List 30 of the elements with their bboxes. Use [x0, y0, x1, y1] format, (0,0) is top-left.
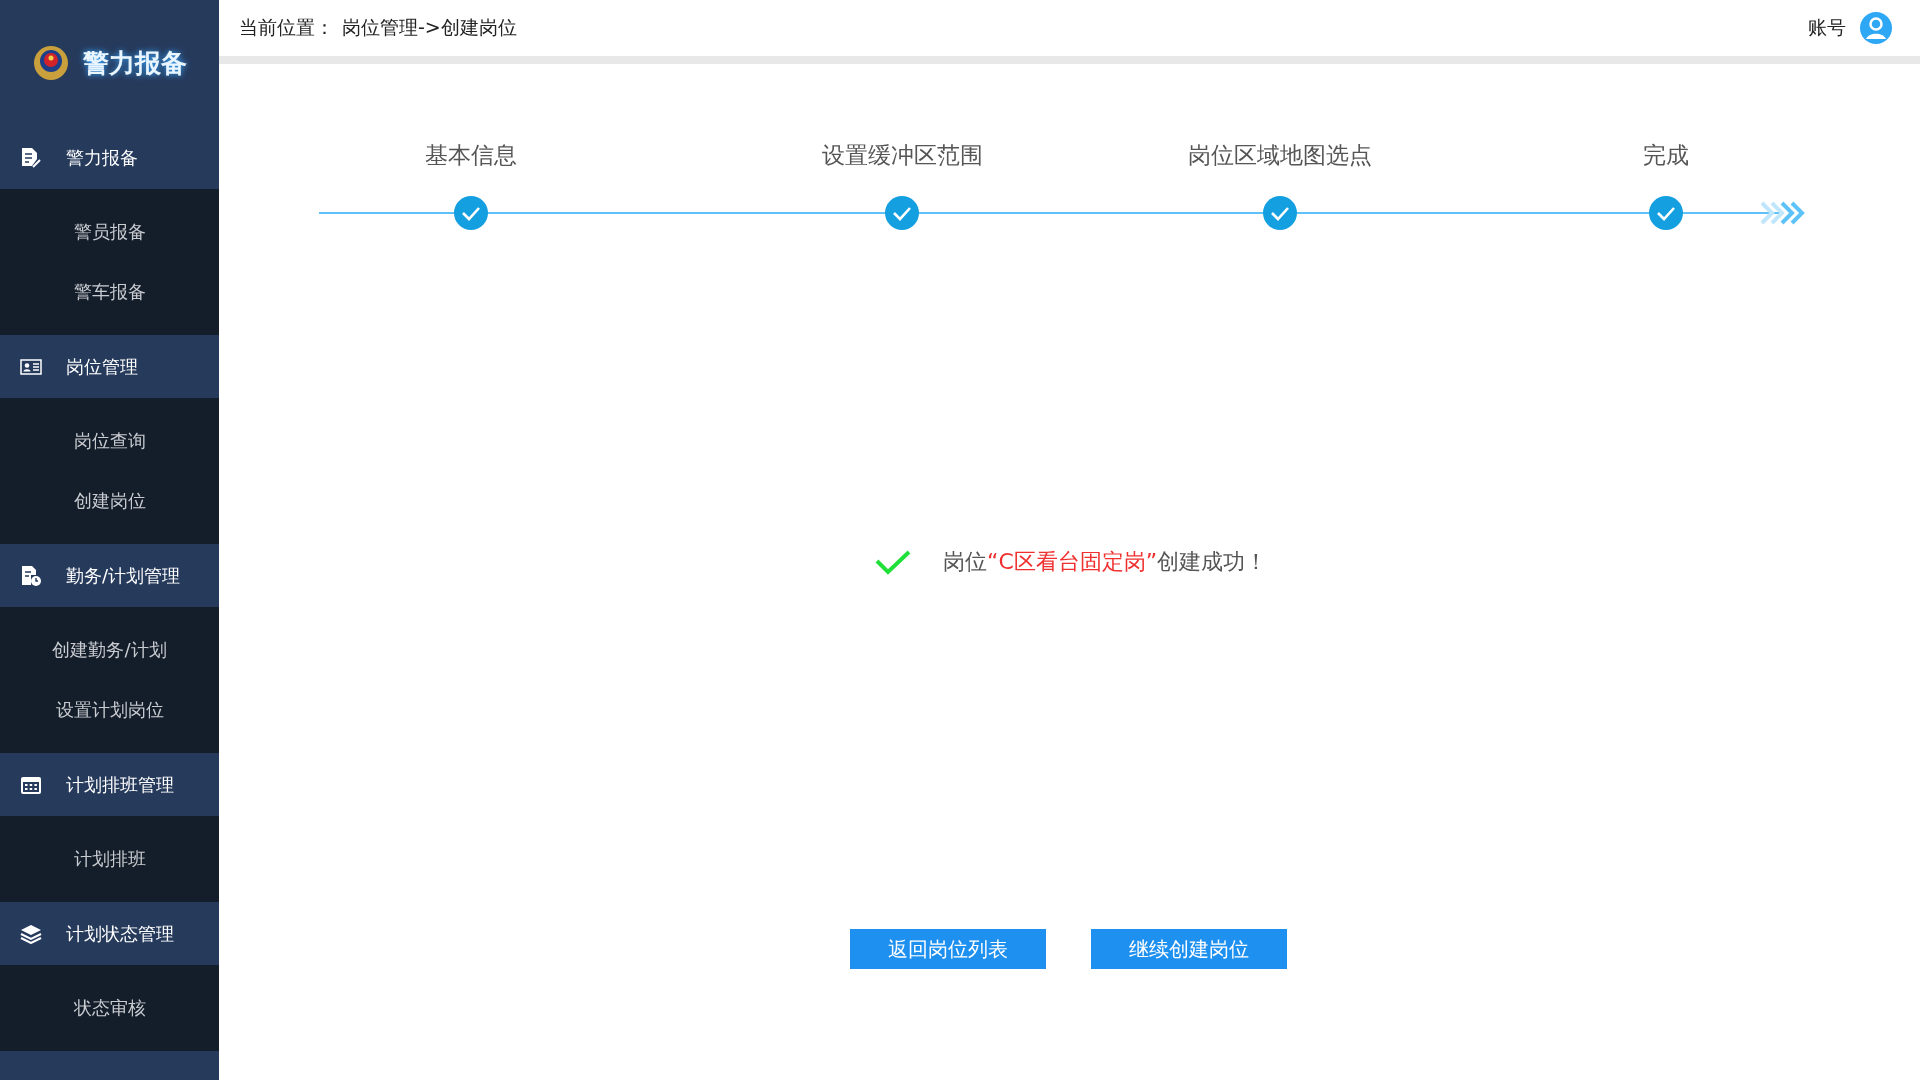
- menu-item[interactable]: 创建岗位: [0, 471, 219, 531]
- step-label: 岗位区域地图选点: [1188, 141, 1372, 170]
- menu-item[interactable]: 计划排班: [0, 829, 219, 889]
- menu-group[interactable]: 计划状态管理: [0, 902, 219, 965]
- menu-item[interactable]: 状态审核: [0, 978, 219, 1038]
- emblem-icon: [32, 45, 69, 81]
- document-clock-icon: [20, 564, 42, 587]
- check-icon: [875, 549, 911, 575]
- user-avatar-icon[interactable]: [1860, 12, 1892, 44]
- menu-item[interactable]: 警员报备: [0, 202, 219, 262]
- id-card-icon: [20, 358, 42, 375]
- menu-group[interactable]: 警力报备: [0, 126, 219, 189]
- menu-group[interactable]: 计划排班管理: [0, 753, 219, 816]
- app-logo-text: 警力报备: [82, 46, 187, 80]
- breadcrumb: 岗位管理->创建岗位: [342, 15, 517, 40]
- success-message: 岗位“C区看台固定岗”创建成功！: [943, 548, 1268, 576]
- menu-item[interactable]: 警车报备: [0, 262, 219, 322]
- document-edit-icon: [20, 146, 42, 169]
- step-label: 设置缓冲区范围: [821, 141, 983, 170]
- menu-group[interactable]: 岗位管理: [0, 335, 219, 398]
- step-label: 基本信息: [425, 141, 517, 170]
- step-label: 完成: [1643, 141, 1689, 170]
- calendar-icon: [20, 774, 42, 795]
- menu-item[interactable]: 岗位查询: [0, 411, 219, 471]
- menu-group[interactable]: 勤务/计划管理: [0, 544, 219, 607]
- layers-icon: [20, 923, 42, 944]
- breadcrumb-label: 当前位置：: [239, 15, 334, 40]
- menu-item[interactable]: 设置计划岗位: [0, 680, 219, 740]
- menu-item[interactable]: 创建勤务/计划: [0, 620, 219, 680]
- account-label: 账号: [1808, 15, 1846, 40]
